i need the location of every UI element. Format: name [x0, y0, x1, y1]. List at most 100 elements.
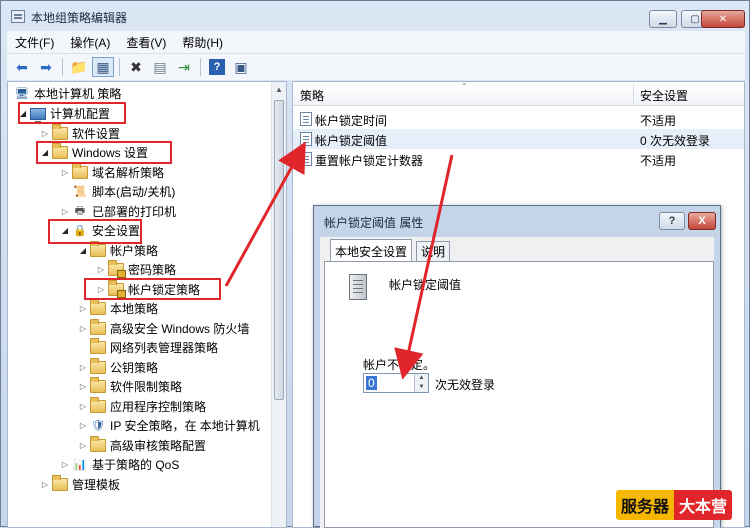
tree-item-network-list[interactable]: 网络列表管理器策略 — [78, 338, 218, 357]
menu-file[interactable]: 文件(F) — [7, 34, 62, 51]
help-icon[interactable]: ? — [209, 59, 225, 75]
tree-item-label: 公钥策略 — [110, 361, 159, 375]
tree-item-qos[interactable]: ▷ 📊 基于策略的 QoS — [60, 455, 179, 474]
properties-dialog: 帐户锁定阈值 属性 ? X 本地安全设置 说明 帐户锁定阈值 帐户不锁定。 0 … — [313, 205, 721, 528]
printer-icon: 🖶 — [74, 205, 86, 217]
stepper-buttons[interactable]: ▲ ▼ — [414, 374, 428, 392]
window-title: 本地组策略编辑器 — [31, 11, 128, 25]
collapsed-icon[interactable]: ▷ — [78, 324, 88, 333]
minimize-button[interactable]: ▁ — [649, 10, 677, 28]
tab-explain[interactable]: 说明 — [416, 241, 451, 261]
policy-value: 0 次无效登录 — [640, 134, 711, 148]
forward-icon[interactable]: ➡ — [35, 57, 57, 77]
tree-item-dns-policy[interactable]: ▷ 域名解析策略 — [60, 163, 164, 182]
tree-item-local-policy[interactable]: 🖥 本地计算机 策略 — [12, 84, 121, 103]
policy-name: 帐户锁定阈值 — [315, 134, 388, 148]
properties-icon[interactable]: ▤ — [149, 57, 171, 77]
tree-item-password-policy[interactable]: ▷ 密码策略 — [96, 260, 176, 279]
folder-icon — [52, 475, 68, 491]
chart-icon: 📊 — [73, 459, 87, 471]
stepper-value[interactable]: 0 — [366, 376, 377, 390]
collapsed-icon[interactable]: ▷ — [78, 441, 88, 450]
folder-icon — [52, 124, 68, 140]
toolbar-divider — [119, 58, 120, 76]
tree-item-label: 应用程序控制策略 — [110, 400, 207, 414]
tree-item-label: 管理模板 — [72, 478, 121, 492]
folder-icon — [90, 436, 106, 452]
tree-item-scripts[interactable]: 📜 脚本(启动/关机) — [60, 182, 175, 201]
tree-item-label: 高级安全 Windows 防火墙 — [110, 322, 250, 336]
policy-icon — [300, 132, 312, 146]
tree-item-local-policies[interactable]: ▷ 本地策略 — [78, 299, 158, 318]
list-item[interactable]: 帐户锁定阈值 0 次无效登录 — [293, 129, 744, 149]
collapsed-icon[interactable]: ▷ — [78, 402, 88, 411]
collapsed-icon[interactable]: ▷ — [78, 382, 88, 391]
stepper-down-icon[interactable]: ▼ — [415, 383, 428, 392]
collapsed-icon[interactable]: ▷ — [78, 363, 88, 372]
column-header-policy[interactable]: 策略 — [300, 87, 324, 104]
close-button[interactable]: ✕ — [701, 10, 745, 28]
collapsed-icon[interactable]: ▷ — [60, 207, 70, 216]
collapsed-icon[interactable]: ▷ — [78, 304, 88, 313]
collapsed-icon[interactable]: ▷ — [40, 129, 50, 138]
tree-item-label: IP 安全策略，在 本地计算机 — [110, 419, 260, 433]
list-header: ⌃ 策略 安全设置 — [293, 82, 744, 106]
tree-item-ip-security[interactable]: ▷ 🛡 IP 安全策略，在 本地计算机 — [78, 416, 260, 435]
dialog-help-button[interactable]: ? — [659, 212, 685, 230]
policy-name: 帐户锁定时间 — [315, 114, 388, 128]
watermark-part1: 服务器 — [616, 490, 675, 520]
policy-title: 帐户锁定阈值 — [389, 278, 462, 292]
folder-icon — [90, 397, 106, 413]
tree-item-public-key[interactable]: ▷ 公钥策略 — [78, 358, 158, 377]
computer-policy-icon: 🖥 — [15, 88, 29, 100]
expanded-icon[interactable]: ◢ — [78, 246, 88, 255]
back-icon[interactable]: ⬅ — [11, 57, 33, 77]
app-icon — [11, 10, 25, 23]
view-icon[interactable]: ▣ — [230, 57, 252, 77]
collapsed-icon[interactable]: ▷ — [60, 168, 70, 177]
export-icon[interactable]: ⇥ — [173, 57, 195, 77]
highlight-box — [18, 102, 126, 124]
stepper-up-icon[interactable]: ▲ — [415, 374, 428, 383]
lockout-threshold-stepper[interactable]: 0 ▲ ▼ — [363, 373, 429, 393]
tree-scrollbar[interactable]: ▲ — [271, 82, 286, 527]
collapsed-icon[interactable]: ▷ — [78, 421, 88, 430]
highlight-box — [36, 141, 172, 164]
column-header-setting[interactable]: 安全设置 — [640, 87, 688, 104]
tree-item-label: 域名解析策略 — [92, 166, 165, 180]
tab-panel: 帐户锁定阈值 帐户不锁定。 0 ▲ ▼ 次无效登录 — [324, 261, 714, 528]
tree-item-label: 本地计算机 策略 — [34, 87, 122, 101]
column-divider[interactable] — [633, 84, 634, 104]
list-item[interactable]: 帐户锁定时间 不适用 — [293, 109, 744, 129]
tree-item-advanced-audit[interactable]: ▷ 高级审核策略配置 — [78, 436, 206, 455]
tree-item-admin-templates[interactable]: ▷ 管理模板 — [40, 475, 120, 494]
menu-action[interactable]: 操作(A) — [62, 34, 118, 51]
tree-item-label: 脚本(启动/关机) — [92, 185, 176, 199]
tab-local-security[interactable]: 本地安全设置 — [330, 239, 413, 262]
folder-icon — [72, 163, 88, 179]
scroll-up-icon[interactable]: ▲ — [275, 85, 283, 94]
list-item[interactable]: 重置帐户锁定计数器 不适用 — [293, 149, 744, 169]
up-folder-icon[interactable]: 📁 — [68, 57, 90, 77]
policy-name: 重置帐户锁定计数器 — [315, 154, 424, 168]
folder-icon — [90, 358, 106, 374]
tree-item-app-control[interactable]: ▷ 应用程序控制策略 — [78, 397, 206, 416]
delete-icon[interactable]: ✖ — [125, 57, 147, 77]
dialog-title: 帐户锁定阈值 属性 — [324, 216, 424, 230]
unit-label: 次无效登录 — [435, 378, 496, 392]
tree-item-software-restriction[interactable]: ▷ 软件限制策略 — [78, 377, 182, 396]
menu-help[interactable]: 帮助(H) — [174, 34, 231, 51]
scroll-thumb[interactable] — [274, 100, 284, 400]
collapsed-icon[interactable]: ▷ — [96, 265, 106, 274]
policy-icon — [300, 152, 312, 166]
collapsed-icon[interactable]: ▷ — [60, 460, 70, 469]
tree-item-label: 帐户策略 — [110, 244, 159, 258]
show-tree-icon[interactable]: ▦ — [92, 57, 114, 77]
no-lock-label: 帐户不锁定。 — [363, 358, 436, 372]
tree-item-label: 本地策略 — [110, 302, 159, 316]
menu-view[interactable]: 查看(V) — [118, 34, 174, 51]
collapsed-icon[interactable]: ▷ — [40, 480, 50, 489]
tree-item-firewall[interactable]: ▷ 高级安全 Windows 防火墙 — [78, 319, 249, 338]
dialog-close-button[interactable]: X — [688, 212, 716, 230]
tree-item-label: 已部署的打印机 — [92, 205, 177, 219]
